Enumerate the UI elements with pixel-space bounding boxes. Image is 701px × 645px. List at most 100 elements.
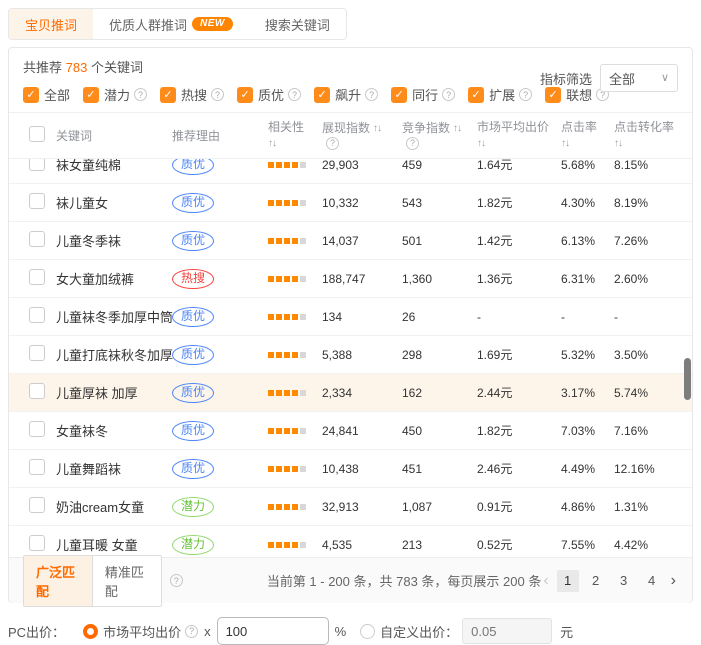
row-checkbox[interactable] <box>29 269 45 285</box>
checkbox-icon[interactable]: ✓ <box>468 87 484 103</box>
reason-tag: 热搜 <box>172 269 214 289</box>
header-cell[interactable]: 相关性↑↓ <box>268 120 322 151</box>
checkbox-icon[interactable]: ✓ <box>391 87 407 103</box>
scrollbar-thumb[interactable] <box>684 358 691 400</box>
table-row[interactable]: 袜儿童女质优10,3325431.82元4.30%8.19% <box>9 184 692 222</box>
checkbox-icon[interactable]: ✓ <box>160 87 176 103</box>
row-checkbox[interactable] <box>29 193 45 209</box>
filter-potential[interactable]: ✓潜力? <box>83 85 147 104</box>
relevance-bar <box>284 542 290 548</box>
row-checkbox[interactable] <box>29 497 45 513</box>
table-row[interactable]: 女大童加绒裤热搜188,7471,3601.36元6.31%2.60% <box>9 260 692 298</box>
row-checkbox[interactable] <box>29 459 45 475</box>
match-broad[interactable]: 广泛匹配 <box>24 556 92 606</box>
checkbox-icon[interactable]: ✓ <box>314 87 330 103</box>
relevance-bars <box>268 466 322 472</box>
page-1[interactable]: 1 <box>557 570 579 592</box>
help-icon[interactable]: ? <box>406 137 419 150</box>
compete-index-cell: 450 <box>402 424 477 438</box>
tab-search-keywords[interactable]: 搜索关键词 <box>249 9 346 39</box>
sort-icon[interactable]: ↑↓ <box>268 136 276 151</box>
help-icon[interactable]: ? <box>170 574 183 587</box>
sort-icon[interactable]: ↑↓ <box>561 136 569 151</box>
ctr-cell: 4.49% <box>561 462 614 476</box>
table-row[interactable]: 儿童舞蹈袜质优10,4384512.46元4.49%12.16% <box>9 450 692 488</box>
filter-all[interactable]: ✓全部 <box>23 85 70 104</box>
cvr-cell: 7.16% <box>614 424 692 438</box>
help-icon[interactable]: ? <box>185 625 198 638</box>
relevance-bar <box>300 542 306 548</box>
filter-high-quality[interactable]: ✓质优? <box>237 85 301 104</box>
help-icon[interactable]: ? <box>365 88 378 101</box>
header-cell[interactable]: 展现指数↑↓? <box>322 121 402 150</box>
page-2[interactable]: 2 <box>585 570 607 592</box>
checkbox-icon[interactable]: ✓ <box>237 87 253 103</box>
relevance-bar <box>292 390 298 396</box>
help-icon[interactable]: ? <box>288 88 301 101</box>
match-exact[interactable]: 精准匹配 <box>92 556 161 606</box>
checkbox-icon[interactable]: ✓ <box>23 87 39 103</box>
compete-index-cell: 543 <box>402 196 477 210</box>
custom-bid-input[interactable] <box>462 618 552 644</box>
custom-bid-radio[interactable] <box>360 624 375 639</box>
prev-page-icon[interactable]: ‹ <box>541 573 550 589</box>
sort-icon[interactable]: ↑↓ <box>614 136 622 151</box>
reason-cell: 质优 <box>172 345 268 365</box>
filter-peer[interactable]: ✓同行? <box>391 85 455 104</box>
sort-icon[interactable]: ↑↓ <box>477 136 485 151</box>
bid-multiplier-input[interactable] <box>217 617 329 645</box>
header-cell[interactable]: 市场平均出价↑↓ <box>477 120 561 151</box>
tab-bar: 宝贝推词优质人群推词NEW搜索关键词 <box>8 8 347 40</box>
relevance-bar <box>292 352 298 358</box>
multiply-sign: x <box>204 624 211 639</box>
table-row[interactable]: 儿童厚袜 加厚质优2,3341622.44元3.17%5.74% <box>9 374 692 412</box>
help-icon[interactable]: ? <box>326 137 339 150</box>
table-row[interactable]: 奶油cream女童潜力32,9131,0870.91元4.86%1.31% <box>9 488 692 526</box>
header-cell[interactable]: 点击转化率↑↓ <box>614 120 692 151</box>
header-cell[interactable]: 关键词 <box>56 127 172 144</box>
sort-icon[interactable]: ↑↓ <box>453 121 461 136</box>
page-3[interactable]: 3 <box>613 570 635 592</box>
help-icon[interactable]: ? <box>134 88 147 101</box>
tab-item-keywords[interactable]: 宝贝推词 <box>9 9 93 39</box>
row-checkbox[interactable] <box>29 159 45 171</box>
keyword-text: 袜女童纯棉 <box>56 159 121 173</box>
table-row[interactable]: 儿童冬季袜质优14,0375011.42元6.13%7.26% <box>9 222 692 260</box>
header-cell[interactable]: 点击率↑↓ <box>561 120 614 151</box>
tab-audience-keywords[interactable]: 优质人群推词NEW <box>93 9 249 39</box>
relevance-bar <box>284 162 290 168</box>
row-checkbox-cell <box>9 159 56 174</box>
row-checkbox[interactable] <box>29 421 45 437</box>
table-row[interactable]: 儿童打底袜秋冬加厚质优5,3882981.69元5.32%3.50% <box>9 336 692 374</box>
row-checkbox[interactable] <box>29 307 45 323</box>
keyword-text: 女大童加绒裤 <box>56 272 134 287</box>
help-icon[interactable]: ? <box>519 88 532 101</box>
header-cell[interactable]: 推荐理由 <box>172 127 268 144</box>
row-checkbox[interactable] <box>29 383 45 399</box>
select-all-checkbox[interactable] <box>29 126 45 142</box>
table-row[interactable]: 女童袜冬质优24,8414501.82元7.03%7.16% <box>9 412 692 450</box>
filter-expand[interactable]: ✓扩展? <box>468 85 532 104</box>
row-checkbox[interactable] <box>29 231 45 247</box>
filter-hot-search[interactable]: ✓热搜? <box>160 85 224 104</box>
help-icon[interactable]: ? <box>211 88 224 101</box>
relevance-bars <box>268 428 322 434</box>
avg-price-radio[interactable] <box>83 624 98 639</box>
row-checkbox[interactable] <box>29 535 45 551</box>
page-4[interactable]: 4 <box>641 570 663 592</box>
filter-rising[interactable]: ✓飙升? <box>314 85 378 104</box>
sort-icon[interactable]: ↑↓ <box>373 121 381 136</box>
metric-filter-select[interactable]: 全部 ∨ <box>600 64 678 92</box>
checkbox-icon[interactable]: ✓ <box>83 87 99 103</box>
table-row[interactable]: 儿童袜冬季加厚中筒质优13426--- <box>9 298 692 336</box>
next-page-icon[interactable]: › <box>669 573 678 589</box>
table-row[interactable]: 儿童耳暖 女童潜力4,5352130.52元7.55%4.42% <box>9 526 692 557</box>
new-badge: NEW <box>192 17 233 31</box>
relevance-bar <box>292 466 298 472</box>
header-cell[interactable]: 竞争指数↑↓? <box>402 121 477 150</box>
relevance-bar <box>284 238 290 244</box>
help-icon[interactable]: ? <box>442 88 455 101</box>
cvr-cell: 8.15% <box>614 159 692 172</box>
table-row[interactable]: 袜女童纯棉质优29,9034591.64元5.68%8.15% <box>9 159 692 184</box>
row-checkbox[interactable] <box>29 345 45 361</box>
